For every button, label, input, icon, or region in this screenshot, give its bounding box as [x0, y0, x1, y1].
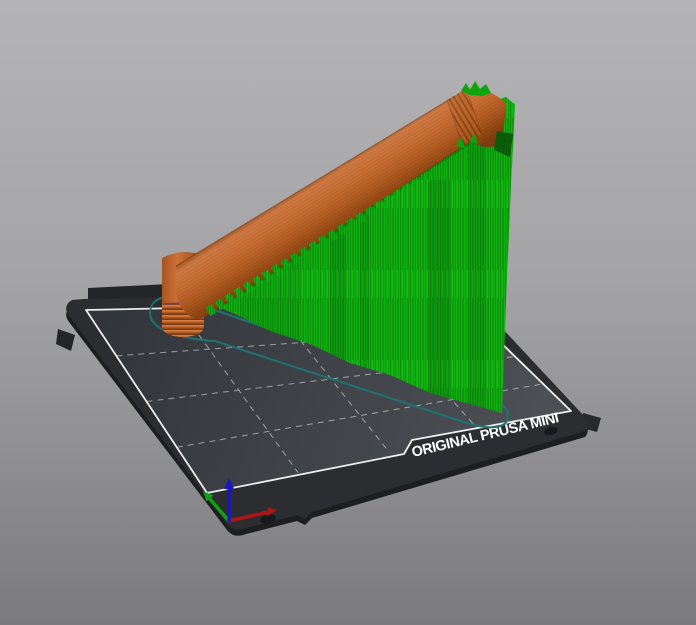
slicer-3d-viewport[interactable]: ORIGINAL PRUSA MINI	[0, 0, 696, 625]
bed-left-tab	[56, 329, 75, 351]
scene-canvas: ORIGINAL PRUSA MINI	[56, 81, 601, 536]
